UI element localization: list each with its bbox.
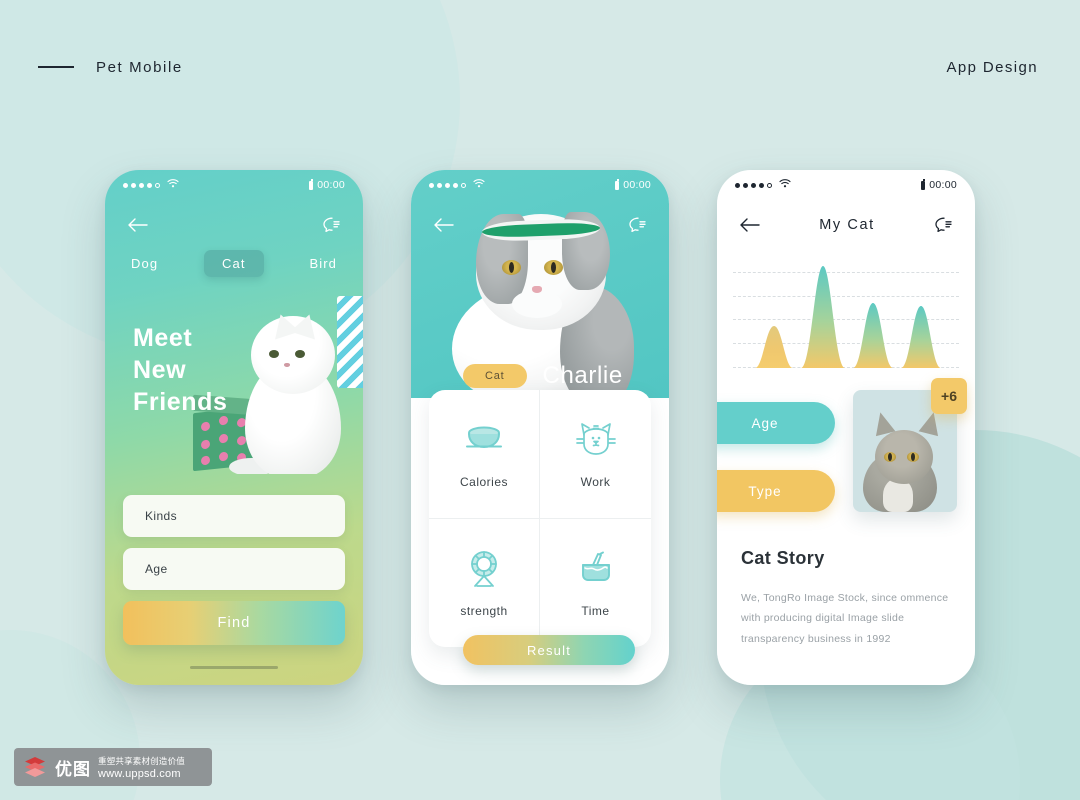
kinds-input[interactable]: Kinds bbox=[123, 495, 345, 537]
cat-eye-left bbox=[502, 260, 521, 275]
species-tag: Cat bbox=[463, 364, 527, 388]
status-bar-right: 00:00 bbox=[615, 179, 651, 191]
stat-label: Time bbox=[581, 603, 610, 618]
stat-label: strength bbox=[460, 603, 508, 618]
stat-label: Calories bbox=[459, 474, 508, 489]
cat-eye-left bbox=[884, 452, 896, 462]
back-arrow-icon[interactable] bbox=[739, 216, 761, 234]
cat-muzzle bbox=[512, 290, 562, 318]
cat-face-icon bbox=[573, 419, 619, 461]
white-cat-photo bbox=[229, 308, 349, 474]
chart-series-path bbox=[755, 266, 941, 368]
age-input[interactable]: Age bbox=[123, 548, 345, 590]
headline-line-1: Meet bbox=[133, 324, 193, 352]
cat-ear-right bbox=[290, 310, 322, 340]
wifi-icon bbox=[473, 179, 485, 191]
chip-dog[interactable]: Dog bbox=[127, 250, 162, 277]
cat-eye-right bbox=[544, 260, 563, 275]
cat-ear-left bbox=[870, 409, 896, 437]
chip-bird[interactable]: Bird bbox=[305, 250, 341, 277]
stat-calories[interactable]: Calories bbox=[429, 390, 540, 519]
phone3-nav-bar: My Cat bbox=[717, 208, 975, 242]
battery-icon bbox=[309, 179, 314, 190]
watermark-url: www.uppsd.com bbox=[98, 767, 181, 780]
page-header: Pet Mobile App Design bbox=[0, 52, 1080, 82]
hamster-wheel-icon bbox=[461, 548, 507, 590]
phone-screen-2: Cat Charlie 00:00 Calories Work strength… bbox=[411, 170, 669, 685]
uppsd-logo-icon bbox=[22, 755, 48, 779]
watermark-cn: 优图 bbox=[55, 759, 91, 780]
status-bar-right: 00:00 bbox=[921, 179, 957, 191]
status-time: 00:00 bbox=[623, 179, 651, 191]
stat-time[interactable]: Time bbox=[540, 519, 651, 648]
battery-icon bbox=[921, 179, 926, 190]
status-bar: 00:00 bbox=[717, 170, 975, 200]
stat-label: Work bbox=[580, 474, 611, 489]
cat-nose bbox=[284, 363, 290, 367]
status-time: 00:00 bbox=[929, 179, 957, 191]
status-bar-right: 00:00 bbox=[309, 179, 345, 191]
story-title: Cat Story bbox=[741, 548, 825, 568]
stat-work[interactable]: Work bbox=[540, 390, 651, 519]
page-title: Pet Mobile bbox=[96, 58, 183, 76]
photo-count-badge[interactable]: +6 bbox=[931, 378, 967, 414]
chat-icon[interactable] bbox=[627, 216, 647, 234]
stat-strength[interactable]: strength bbox=[429, 518, 540, 647]
cat-head bbox=[251, 310, 335, 394]
status-bar: 00:00 bbox=[105, 170, 363, 200]
cat-nose bbox=[532, 286, 542, 293]
cat-eye-left bbox=[269, 350, 279, 358]
signal-dots-icon bbox=[123, 182, 160, 188]
phone-screen-1: 00:00 Dog Cat Bird Meet New Friends Kind… bbox=[105, 170, 363, 685]
header-right-label: App Design bbox=[946, 58, 1038, 76]
dash-icon bbox=[38, 66, 74, 68]
phone1-nav-bar bbox=[105, 208, 363, 242]
result-button[interactable]: Result bbox=[463, 635, 635, 665]
status-time: 00:00 bbox=[317, 179, 345, 191]
pill-type[interactable]: Type bbox=[717, 470, 835, 512]
back-arrow-icon[interactable] bbox=[433, 216, 455, 234]
phone2-stats-card: Calories Work strength Time bbox=[429, 390, 651, 647]
watermark-text: 重塑共享素材创造价值 www.uppsd.com bbox=[98, 755, 185, 780]
chip-cat[interactable]: Cat bbox=[204, 249, 264, 277]
grey-cat-photo bbox=[859, 408, 951, 512]
phone2-hero: Cat Charlie bbox=[411, 170, 669, 398]
litter-box-icon bbox=[573, 548, 619, 590]
headline-line-3: Friends bbox=[133, 388, 228, 416]
phone1-headline: Meet New Friends bbox=[133, 322, 228, 418]
wifi-icon bbox=[779, 179, 791, 191]
signal-dots-icon bbox=[429, 182, 466, 188]
activity-chart bbox=[733, 258, 959, 376]
cat-eye-right bbox=[295, 350, 305, 358]
phone2-name-row: Cat Charlie bbox=[411, 362, 669, 390]
story-body: We, TongRo Image Stock, since ommence wi… bbox=[741, 592, 949, 645]
headline-line-2: New bbox=[133, 356, 187, 384]
chat-icon[interactable] bbox=[321, 216, 341, 234]
phone-screen-3: 00:00 My Cat Age Type +6 Cat Story We, T… bbox=[717, 170, 975, 685]
find-button[interactable]: Find bbox=[123, 601, 345, 645]
home-indicator bbox=[190, 665, 278, 669]
watermark-slogan: 重塑共享素材创造价值 bbox=[98, 756, 186, 767]
pet-bowl-icon bbox=[461, 419, 507, 461]
phone1-category-chips: Dog Cat Bird bbox=[105, 248, 363, 278]
stats-grid: Calories Work strength Time bbox=[429, 390, 651, 647]
back-arrow-icon[interactable] bbox=[127, 216, 149, 234]
watermark: 优图 重塑共享素材创造价值 www.uppsd.com bbox=[14, 748, 212, 786]
signal-dots-icon bbox=[735, 182, 772, 188]
phone2-nav-bar bbox=[411, 208, 669, 242]
pet-name: Charlie bbox=[542, 362, 623, 389]
pill-age[interactable]: Age bbox=[717, 402, 835, 444]
battery-icon bbox=[615, 179, 620, 190]
screen-title: My Cat bbox=[819, 217, 875, 233]
phone1-search-form: Kinds Age Find bbox=[123, 495, 345, 645]
chat-icon[interactable] bbox=[933, 216, 953, 234]
brand: Pet Mobile bbox=[38, 59, 183, 76]
status-bar: 00:00 bbox=[411, 170, 669, 200]
wifi-icon bbox=[167, 179, 179, 191]
cat-eye-right bbox=[907, 452, 919, 462]
